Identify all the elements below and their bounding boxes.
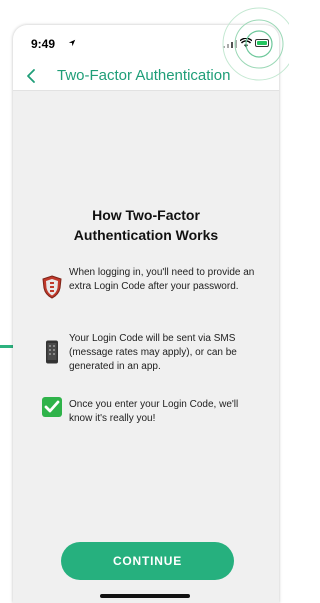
back-chevron-icon[interactable]: [25, 68, 37, 84]
section-heading: How Two-Factor Authentication Works: [73, 207, 219, 243]
phone-icon: [46, 340, 58, 364]
wifi-icon: [240, 38, 252, 48]
continue-button[interactable]: CONTINUE: [61, 542, 234, 580]
info-text: When logging in, you'll need to provide …: [69, 267, 255, 292]
info-text: Once you enter your Login Code, we'll kn…: [69, 399, 239, 424]
location-arrow-icon: [68, 39, 76, 47]
nav-bar: Two-Factor Authentication: [13, 61, 279, 91]
page-title: Two-Factor Authentication: [57, 67, 231, 84]
status-bar: 9:49: [13, 25, 279, 61]
info-text: Your Login Code will be sent via SMS (me…: [69, 333, 237, 372]
battery-icon: [255, 39, 269, 47]
check-icon: [42, 397, 62, 417]
shield-icon: [42, 275, 62, 299]
info-item-confirm: Once you enter your Login Code, we'll kn…: [13, 396, 279, 448]
info-item-sms: Your Login Code will be sent via SMS (me…: [13, 332, 279, 384]
home-indicator: [100, 594, 190, 598]
signal-icon: [223, 40, 237, 48]
status-time: 9:49: [31, 37, 56, 51]
info-item-login-code: When logging in, you'll need to provide …: [13, 263, 279, 315]
decorative-line: [0, 345, 14, 348]
